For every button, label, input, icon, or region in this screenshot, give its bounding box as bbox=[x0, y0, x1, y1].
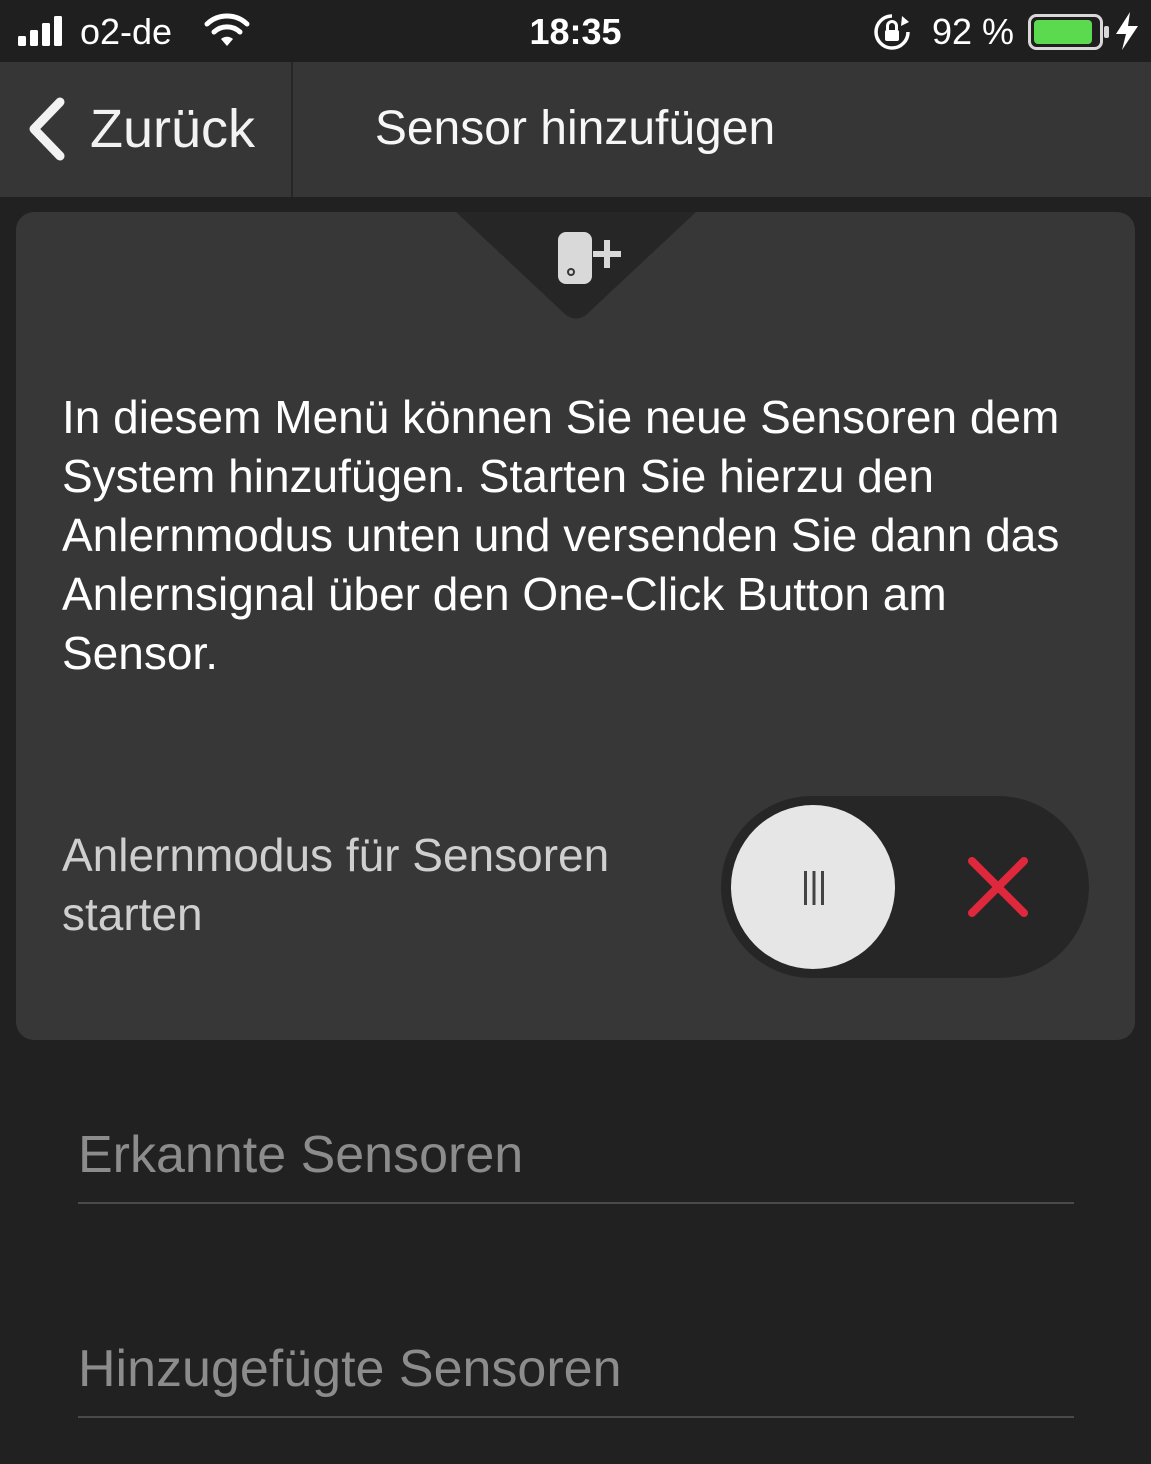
detected-sensors-section[interactable]: Erkannte Sensoren bbox=[78, 1112, 1074, 1204]
charging-bolt-icon bbox=[1116, 12, 1138, 50]
back-button-label: Zurück bbox=[90, 99, 256, 159]
status-bar: o2-de 18:35 92 % bbox=[0, 0, 1151, 62]
close-icon bbox=[968, 857, 1028, 917]
toggle-knob[interactable] bbox=[731, 805, 895, 969]
battery-icon bbox=[1028, 14, 1109, 50]
card-description: In diesem Menü können Sie neue Sensoren … bbox=[62, 391, 1060, 679]
page-title: Sensor hinzufügen bbox=[374, 102, 776, 155]
back-button[interactable]: Zurück bbox=[0, 62, 292, 197]
sensor-add-icon bbox=[558, 232, 621, 284]
grip-icon bbox=[804, 871, 824, 905]
learning-mode-toggle[interactable] bbox=[721, 796, 1089, 978]
learning-mode-label: Anlernmodus für Sensoren starten bbox=[62, 829, 610, 940]
navigation-bar: Zurück Sensor hinzufügen bbox=[0, 62, 1151, 197]
detected-sensors-title: Erkannte Sensoren bbox=[78, 1126, 524, 1184]
battery-percentage: 92 % bbox=[932, 11, 1015, 52]
add-sensor-card: In diesem Menü können Sie neue Sensoren … bbox=[16, 212, 1135, 1040]
added-sensors-section[interactable]: Hinzugefügte Sensoren bbox=[78, 1326, 1074, 1418]
added-sensors-title: Hinzugefügte Sensoren bbox=[78, 1340, 622, 1398]
chevron-left-icon bbox=[29, 97, 65, 161]
rotation-lock-icon bbox=[874, 14, 910, 50]
